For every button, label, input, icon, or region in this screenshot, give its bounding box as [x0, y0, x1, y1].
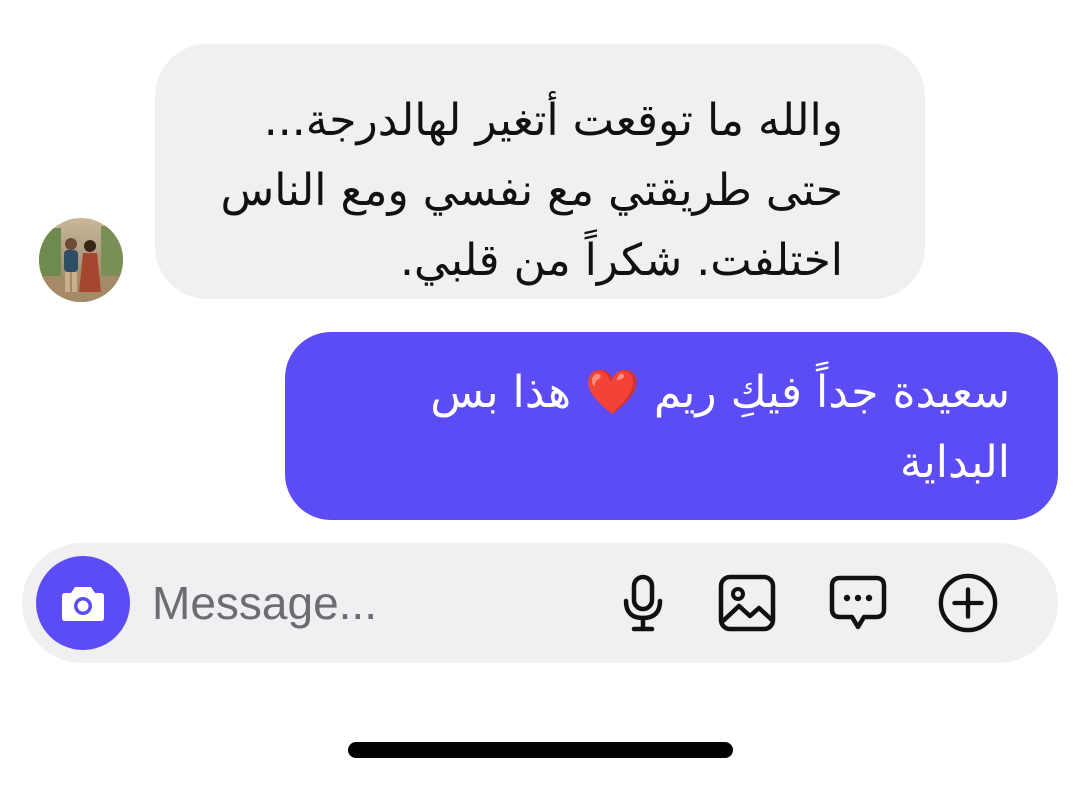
microphone-button[interactable]	[613, 573, 673, 633]
home-indicator[interactable]	[348, 742, 733, 758]
chat-bubble-icon	[829, 575, 887, 630]
message-line: والله ما توقعت أتغير لهالدرجة...	[263, 95, 843, 146]
message-line: اختلفت. شكراً من قلبي.	[400, 235, 843, 286]
message-line: سعيدة جداً فيكِ ريم ❤️ هذا بس	[430, 367, 1010, 418]
image-icon	[718, 574, 776, 632]
camera-icon	[62, 587, 104, 621]
camera-button[interactable]	[36, 556, 130, 650]
message-options-button[interactable]	[828, 573, 888, 633]
add-icon	[938, 573, 998, 633]
message-composer	[22, 543, 1058, 663]
avatar[interactable]	[39, 218, 123, 302]
add-button[interactable]	[938, 573, 998, 633]
outgoing-message-bubble[interactable]: سعيدة جداً فيكِ ريم ❤️ هذا بس البداية	[285, 332, 1058, 520]
avatar-photo	[39, 218, 123, 302]
message-line: حتى طريقتي مع نفسي ومع الناس	[220, 165, 843, 216]
message-input[interactable]	[152, 568, 572, 638]
microphone-icon	[623, 574, 663, 632]
incoming-message-bubble[interactable]: والله ما توقعت أتغير لهالدرجة... حتى طري…	[155, 44, 925, 299]
gallery-button[interactable]	[717, 573, 777, 633]
message-line: البداية	[899, 437, 1010, 488]
